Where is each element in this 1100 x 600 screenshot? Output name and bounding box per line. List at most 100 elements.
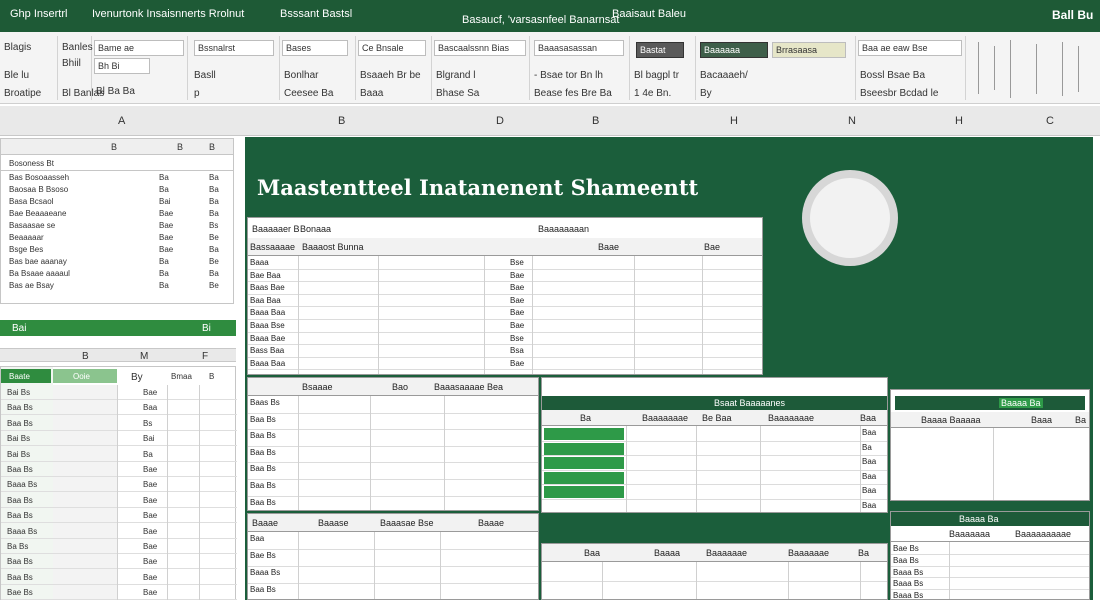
align-box[interactable]: Ce Bnsale — [358, 40, 426, 56]
cell-label[interactable]: Bae Bs — [250, 551, 276, 560]
cell-value[interactable]: Bae — [510, 271, 524, 280]
ribbon-item[interactable]: Ble lu — [4, 70, 29, 81]
cell-label[interactable]: Bai Bs — [7, 450, 30, 459]
ribbon-item[interactable]: Basll — [194, 70, 216, 81]
cell-label[interactable]: Baaa Bae — [250, 334, 285, 343]
table-style-box[interactable]: Bastat — [636, 42, 684, 58]
cell-label[interactable]: Baaa Bs — [7, 527, 37, 536]
cell-value[interactable]: Baa — [862, 472, 876, 481]
cell-label[interactable]: Baa Bs — [250, 431, 276, 440]
ribbon-item[interactable]: Bhase Sa — [436, 88, 479, 99]
conditional-box[interactable]: Baaasasassan — [534, 40, 624, 56]
cell-label[interactable]: Baa Bs — [7, 557, 33, 566]
cell-label[interactable]: Baa — [250, 534, 264, 543]
cell-value[interactable]: Ba — [209, 245, 219, 254]
cell-value[interactable]: Baa — [862, 428, 876, 437]
cell-label[interactable]: Baa Baa — [250, 296, 281, 305]
cell-label[interactable]: Bas bae aaanay — [9, 257, 67, 266]
cell-label[interactable]: Baa Bs — [7, 496, 33, 505]
cell-label[interactable]: Baa Bs — [7, 465, 33, 474]
cell-label[interactable]: Bsge Bes — [9, 245, 43, 254]
cell-label[interactable]: Baaa Bse — [250, 321, 285, 330]
ribbon-item[interactable]: Broatipe — [4, 88, 41, 99]
cell-label[interactable]: Baaa Bs — [250, 568, 280, 577]
ribbon-item[interactable]: Bhiil — [62, 58, 81, 69]
cell-label[interactable]: Baa Bs — [7, 403, 33, 412]
ribbon-item[interactable]: Bossl Bsae Ba — [860, 70, 925, 81]
cell-label[interactable]: Baaa Bs — [893, 568, 923, 577]
cell-value[interactable]: Ba — [159, 281, 169, 290]
cell-value[interactable]: Bae — [143, 480, 157, 489]
column-header[interactable]: M — [140, 351, 148, 362]
cell-value[interactable]: Ba — [209, 185, 219, 194]
ribbon-item[interactable]: 1 4e Bn. — [634, 88, 671, 99]
cell-value[interactable]: Baa — [862, 457, 876, 466]
cell-value[interactable]: Bae — [143, 542, 157, 551]
cell-value[interactable]: Bae — [510, 308, 524, 317]
ribbon-item[interactable]: Bsaaeh Br be — [360, 70, 421, 81]
ribbon-item[interactable]: Bease fes Bre Ba — [534, 88, 612, 99]
cell-label[interactable]: Baaa — [250, 258, 269, 267]
cell-label[interactable]: Baa Bs — [7, 419, 33, 428]
column-header[interactable]: B — [82, 351, 89, 362]
ribbon-item[interactable]: p — [194, 88, 200, 99]
column-header[interactable]: C — [1046, 115, 1054, 127]
column-header[interactable]: A — [118, 115, 125, 127]
cell-value[interactable]: Bae — [159, 245, 173, 254]
cell-label[interactable]: Bai Bs — [7, 388, 30, 397]
cell-value[interactable]: Bae — [510, 296, 524, 305]
cell-value[interactable]: Baa — [862, 501, 876, 510]
cell-label[interactable]: Baas Bae — [250, 283, 285, 292]
account-label[interactable]: Ball Bu — [1052, 8, 1093, 22]
cell-label[interactable]: Ba Bs — [7, 542, 28, 551]
cell-value[interactable]: Ba — [209, 173, 219, 182]
cell-value[interactable]: Bae — [143, 388, 157, 397]
cell-value[interactable]: Bse — [510, 258, 524, 267]
column-header[interactable]: H — [955, 115, 963, 127]
cell-value[interactable]: Bae — [159, 233, 173, 242]
cell-label[interactable]: Baa Bs — [250, 498, 276, 507]
cell-value[interactable]: Bae — [143, 588, 157, 597]
ribbon-item[interactable]: Bseesbr Bcdad le — [860, 88, 938, 99]
cell-label[interactable]: Baa Bs — [893, 556, 919, 565]
cell-value[interactable]: Bae — [159, 209, 173, 218]
cell-label[interactable]: Bae Bs — [893, 544, 919, 553]
cell-label[interactable]: Ba Bsaae aaaaul — [9, 269, 70, 278]
cell-value[interactable]: Bsa — [510, 346, 524, 355]
cell-value[interactable]: Bse — [510, 334, 524, 343]
cell-style-box[interactable]: Brrasaasa — [772, 42, 846, 58]
cell-value[interactable]: Ba — [159, 257, 169, 266]
ribbon-item[interactable]: Blagis — [4, 42, 31, 53]
cell-value[interactable]: Baa — [862, 486, 876, 495]
font-box[interactable]: Bame ae — [94, 40, 184, 56]
cell-value[interactable]: Be — [209, 233, 219, 242]
cell-value[interactable]: Ba — [862, 443, 872, 452]
column-header[interactable]: N — [848, 115, 856, 127]
cell-value[interactable]: Bai — [143, 434, 155, 443]
cell-value[interactable]: Ba — [209, 197, 219, 206]
cell-value[interactable]: Bae — [510, 283, 524, 292]
cell-label[interactable]: Bas ae Bsay — [9, 281, 54, 290]
cell-label[interactable]: Bass Baa — [250, 346, 284, 355]
number-box[interactable]: Bascaalssnn Bias — [434, 40, 526, 56]
column-header[interactable]: B — [592, 115, 599, 127]
cell-value[interactable]: Bae — [159, 221, 173, 230]
cell-label[interactable]: Basa Bcsaol — [9, 197, 53, 206]
cell-label[interactable]: Baaa Bs — [893, 591, 923, 599]
ribbon-item[interactable]: - Bsae tor Bn lh — [534, 70, 603, 81]
column-header[interactable]: F — [202, 351, 208, 362]
ribbon-item[interactable]: Banles — [62, 42, 93, 53]
cell-value[interactable]: Be — [209, 257, 219, 266]
column-header[interactable]: D — [496, 115, 504, 127]
column-header[interactable]: H — [730, 115, 738, 127]
ribbon-item[interactable]: By — [700, 88, 712, 99]
cell-value[interactable]: Bae — [143, 527, 157, 536]
cell-label[interactable]: Bae Bs — [7, 588, 33, 597]
cell-label[interactable]: Beaaaaar — [9, 233, 44, 242]
cell-value[interactable]: Bai — [159, 197, 171, 206]
cell-label[interactable]: Baaa Bs — [7, 480, 37, 489]
font-size-box[interactable]: Bh Bi — [94, 58, 150, 74]
cell-value[interactable]: Be — [209, 281, 219, 290]
cell-value[interactable]: Bae — [143, 496, 157, 505]
cell-value[interactable]: Bae — [143, 465, 157, 474]
